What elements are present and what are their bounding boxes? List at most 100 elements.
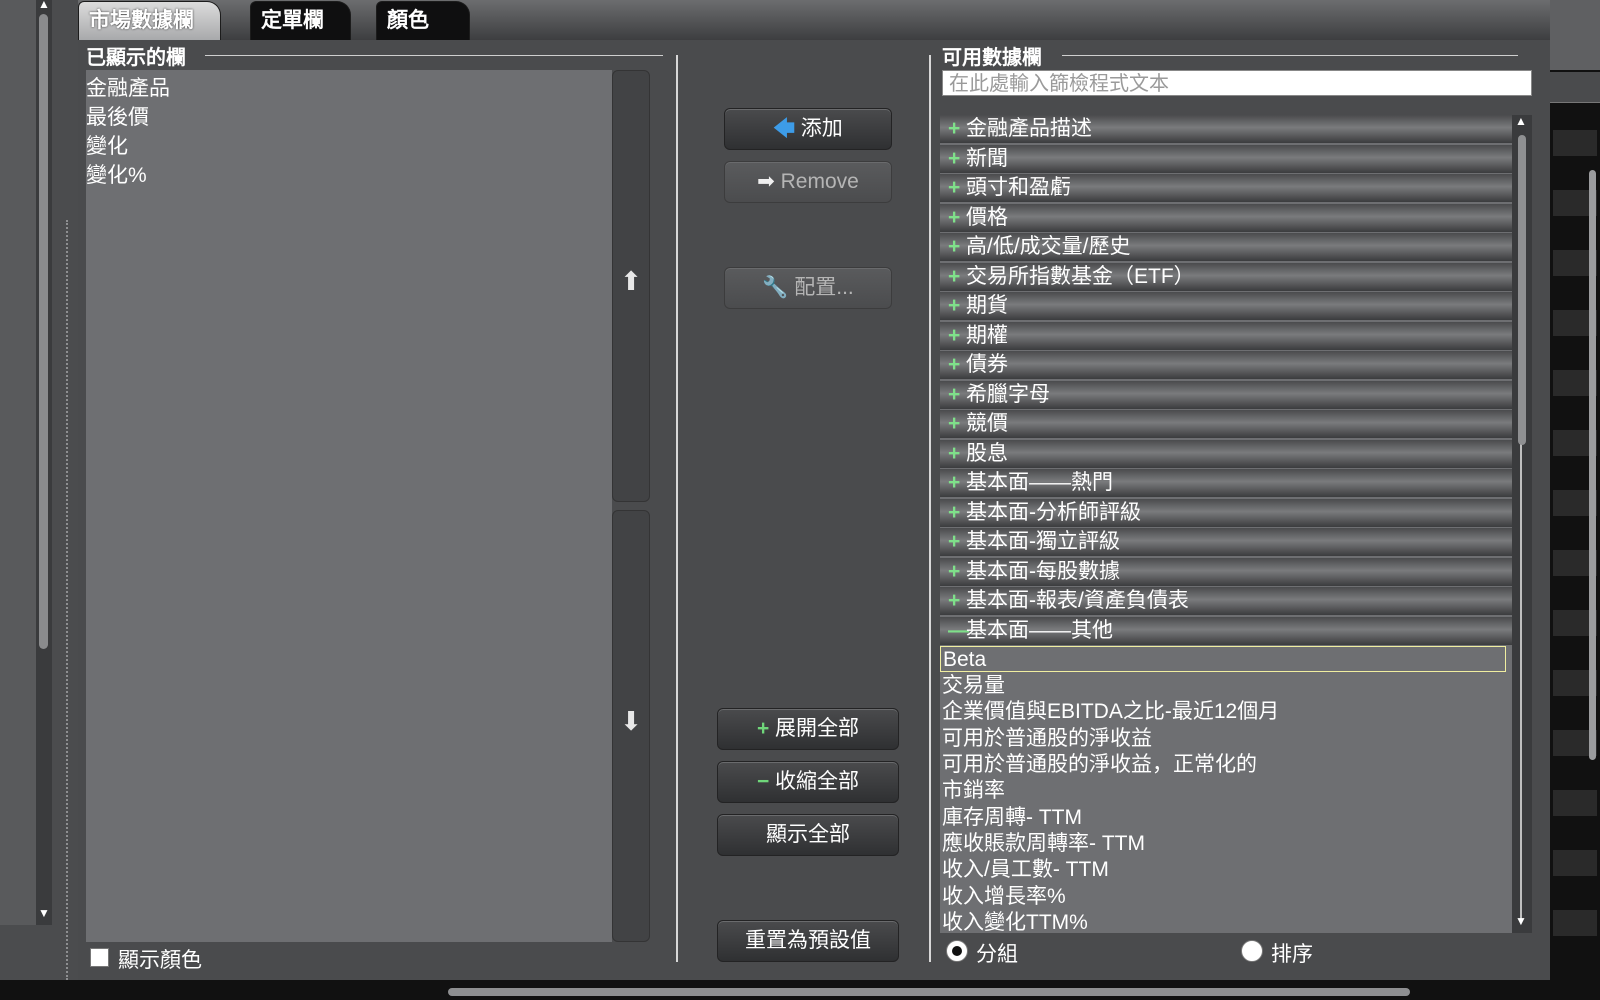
list-item[interactable]: 金融產品 [86, 72, 170, 102]
scroll-down-arrow-icon[interactable]: ▼ [38, 906, 50, 920]
configure-button[interactable]: 🔧 配置... [724, 267, 892, 309]
expand-plus-icon[interactable]: + [948, 469, 966, 497]
category-row[interactable]: + 新聞 [940, 144, 1512, 173]
group-radio[interactable] [946, 940, 968, 962]
category-row[interactable]: + 希臘字母 [940, 380, 1512, 409]
right-strip-row [1553, 910, 1597, 936]
expand-plus-icon[interactable]: + [948, 351, 966, 379]
list-scroll-down-arrow-icon[interactable]: ▼ [1515, 914, 1527, 928]
expand-plus-icon[interactable]: + [948, 145, 966, 173]
group-radio-label: 分組 [976, 943, 1018, 966]
expand-all-label: 展開全部 [775, 717, 860, 740]
category-row[interactable]: + 基本面-獨立評級 [940, 528, 1512, 556]
expand-plus-icon[interactable]: + [948, 233, 966, 261]
expand-plus-icon[interactable]: + [948, 322, 966, 350]
available-scroll-thumb[interactable] [1518, 135, 1526, 445]
category-row[interactable]: + 基本面——熱門 [940, 469, 1512, 497]
remove-button[interactable]: ➡ Remove [724, 161, 892, 203]
list-item[interactable]: 變化 [86, 130, 128, 160]
category-row[interactable]: + 交易所指數基金（ETF） [940, 262, 1512, 291]
right-strip-scroll-thumb[interactable] [1589, 170, 1596, 760]
tab-order-columns[interactable]: 定單欄 [250, 1, 351, 40]
list-item[interactable]: 企業價值與EBITDA之比-最近12個月 [942, 699, 1279, 725]
category-row-expanded[interactable]: —基本面——其他 [940, 616, 1512, 645]
shown-columns-list[interactable] [86, 70, 612, 942]
collapse-all-button[interactable]: − 收縮全部 [717, 761, 899, 803]
list-item[interactable]: 交易量 [942, 673, 1005, 699]
available-columns-list[interactable]: + 金融產品描述 + 新聞 + 頭寸和盈虧 + 價格 + 高/低/成交量/歷史 + 交易所指… [940, 115, 1512, 933]
category-row[interactable]: + 基本面-分析師評級 [940, 498, 1512, 527]
add-button[interactable]: 🡄 添加 [724, 108, 892, 150]
list-scroll-up-arrow-icon[interactable]: ▲ [1515, 114, 1527, 128]
category-label: 期貨 [966, 294, 1008, 317]
category-row[interactable]: + 期權 [940, 321, 1512, 350]
show-all-button[interactable]: 顯示全部 [717, 814, 899, 856]
expand-plus-icon[interactable]: + [948, 528, 966, 556]
expand-plus-icon[interactable]: + [948, 174, 966, 202]
expand-plus-icon[interactable]: + [948, 292, 966, 320]
list-item[interactable]: 市銷率 [942, 778, 1005, 804]
category-label: 價格 [966, 205, 1008, 229]
expand-all-button[interactable]: + 展開全部 [717, 708, 899, 750]
list-item[interactable]: 變化% [86, 159, 147, 189]
category-label: 債券 [966, 353, 1008, 376]
expand-plus-icon[interactable]: + [948, 115, 966, 143]
collapse-minus-icon[interactable]: — [948, 617, 969, 645]
splitter-handle[interactable] [66, 220, 68, 980]
list-item[interactable]: 最後價 [86, 101, 149, 131]
expand-plus-icon[interactable]: + [948, 410, 966, 438]
plus-icon: + [756, 717, 770, 740]
category-row[interactable]: + 高/低/成交量/歷史 [940, 233, 1512, 261]
list-item[interactable]: 可用於普通股的淨收益，正常化的 [942, 752, 1257, 778]
move-down-arrow-icon[interactable]: ⬇ [613, 706, 649, 737]
move-up-arrow-icon[interactable]: ⬆ [613, 266, 649, 297]
category-label: 新聞 [966, 146, 1008, 170]
horizontal-scroll-thumb[interactable] [448, 988, 1410, 996]
category-label: 基本面-獨立評級 [966, 530, 1120, 553]
category-row[interactable]: + 期貨 [940, 292, 1512, 320]
show-color-checkbox[interactable] [90, 948, 109, 967]
shown-columns-title: 已顯示的欄 [86, 47, 186, 69]
tab-market-data-columns[interactable]: 市場數據欄 [78, 1, 221, 40]
category-row[interactable]: + 金融產品描述 [940, 115, 1512, 143]
outer-scroll-thumb[interactable] [39, 14, 48, 649]
category-label: 期權 [966, 323, 1008, 347]
category-label: 基本面-分析師評級 [966, 500, 1141, 524]
list-item[interactable]: 收入變化TTM% [942, 910, 1088, 933]
expand-plus-icon[interactable]: + [948, 263, 966, 291]
list-item[interactable]: 收入/員工數- TTM [942, 857, 1109, 883]
filter-input[interactable]: 在此處輸入篩檢程式文本 [942, 70, 1532, 96]
expand-plus-icon[interactable]: + [948, 204, 966, 232]
sort-radio-label: 排序 [1271, 943, 1313, 966]
category-row[interactable]: + 競價 [940, 410, 1512, 438]
available-columns-rule [1062, 55, 1518, 56]
category-row[interactable]: + 債券 [940, 351, 1512, 379]
list-item[interactable]: 可用於普通股的淨收益 [942, 726, 1152, 752]
category-row[interactable]: + 基本面-報表/資產負債表 [940, 587, 1512, 615]
expand-plus-icon[interactable]: + [948, 499, 966, 527]
expand-plus-icon[interactable]: + [948, 587, 966, 615]
list-item[interactable]: 應收賬款周轉率- TTM [942, 831, 1145, 857]
collapse-all-label: 收縮全部 [775, 770, 860, 793]
list-item[interactable]: 收入增長率% [942, 884, 1066, 910]
category-label: 交易所指數基金（ETF） [966, 264, 1195, 288]
reset-default-button[interactable]: 重置為預設值 [717, 920, 899, 962]
tab-colors[interactable]: 顏色 [376, 1, 470, 40]
expand-plus-icon[interactable]: + [948, 440, 966, 468]
category-row[interactable]: + 頭寸和盈虧 [940, 174, 1512, 202]
list-item-selected[interactable]: Beta [940, 646, 1506, 672]
category-row[interactable]: + 股息 [940, 439, 1512, 468]
scroll-up-arrow-icon[interactable]: ▲ [38, 0, 50, 11]
tab-label: 定單欄 [261, 9, 324, 32]
category-row[interactable]: + 價格 [940, 203, 1512, 232]
tab-label: 顏色 [387, 9, 429, 32]
show-color-label: 顯示顏色 [118, 949, 202, 972]
sort-radio[interactable] [1241, 940, 1263, 962]
category-row[interactable]: + 基本面-每股數據 [940, 557, 1512, 586]
expand-plus-icon[interactable]: + [948, 558, 966, 586]
right-strip-row [1553, 850, 1597, 876]
outer-left-panel [0, 0, 36, 925]
expand-plus-icon[interactable]: + [948, 381, 966, 409]
list-item[interactable]: 庫存周轉- TTM [942, 805, 1082, 831]
arrow-right-icon: ➡ [757, 170, 775, 193]
